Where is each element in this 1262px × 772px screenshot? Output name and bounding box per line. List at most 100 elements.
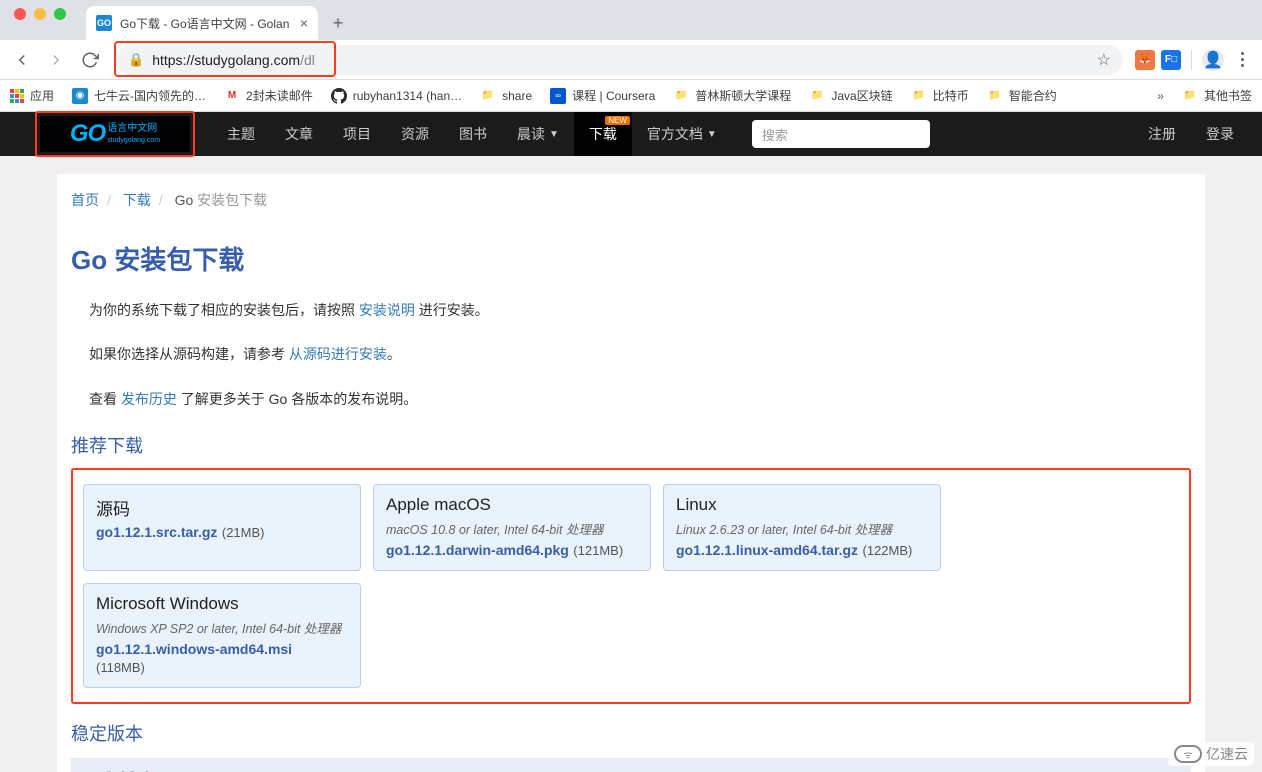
download-size: (21MB) <box>222 525 265 540</box>
breadcrumb-current-prefix: Go <box>175 192 198 208</box>
install-instructions-link[interactable]: 安装说明 <box>359 302 415 318</box>
download-filename[interactable]: go1.12.1.windows-amd64.msi <box>96 641 292 657</box>
download-subtitle: Windows XP SP2 or later, Intel 64-bit 处理… <box>96 618 348 637</box>
folder-icon: 📁 <box>809 88 825 104</box>
chevron-down-icon: ▼ <box>707 129 717 140</box>
maximize-window-button[interactable] <box>54 8 66 20</box>
url-text: https://studygolang.com/dl <box>152 52 315 68</box>
browser-menu-icon[interactable] <box>1230 52 1254 67</box>
bookmark-item[interactable]: ∞ 课程 | Coursera <box>550 87 655 104</box>
bookmark-item[interactable]: 📁 比特币 <box>911 87 969 104</box>
bookmark-item[interactable]: ◉ 七牛云-国内领先的… <box>72 87 206 104</box>
featured-heading: 推荐下载 <box>71 432 1191 458</box>
bookmark-favicon: ◉ <box>72 88 88 104</box>
install-from-source-link[interactable]: 从源码进行安装 <box>289 346 387 362</box>
site-logo[interactable]: GO 语言中文网studygolang.com <box>38 114 192 154</box>
bookmark-label: Java区块链 <box>831 87 892 104</box>
breadcrumb-download[interactable]: 下载 <box>123 192 151 208</box>
browser-tab[interactable]: GO Go下载 - Go语言中文网 - Golan × <box>86 6 318 40</box>
back-button[interactable] <box>8 46 36 74</box>
apps-label: 应用 <box>30 87 54 104</box>
download-card-macos[interactable]: Apple macOS macOS 10.8 or later, Intel 6… <box>373 484 651 571</box>
tab-title: Go下载 - Go语言中文网 - Golan <box>120 15 292 32</box>
download-filename[interactable]: go1.12.1.darwin-amd64.pkg <box>386 542 569 558</box>
watermark: ᯤ 亿速云 <box>1168 742 1254 766</box>
nav-item-download[interactable]: NEW下载 <box>574 112 632 156</box>
nav-item-books[interactable]: 图书 <box>444 112 502 156</box>
close-window-button[interactable] <box>14 8 26 20</box>
nav-item-resources[interactable]: 资源 <box>386 112 444 156</box>
nav-item-docs[interactable]: 官方文档▼ <box>632 112 732 156</box>
bookmark-label: 七牛云-国内领先的… <box>94 87 206 104</box>
version-expander[interactable]: go1.12.1 ▼ <box>71 758 1191 772</box>
close-tab-icon[interactable]: × <box>300 15 308 31</box>
featured-downloads: 源码 go1.12.1.src.tar.gz (21MB) Apple macO… <box>71 468 1191 704</box>
separator <box>1191 50 1192 70</box>
page-body: 首页/ 下载/ Go 安装包下载 Go 安装包下载 为你的系统下载了相应的安装包… <box>0 156 1262 772</box>
stable-heading: 稳定版本 <box>71 720 1191 746</box>
tab-favicon: GO <box>96 15 112 31</box>
bookmark-item[interactable]: 📁智能合约 <box>987 87 1057 104</box>
bookmark-item[interactable]: rubyhan1314 (han… <box>331 88 462 104</box>
download-title: Apple macOS <box>386 495 638 515</box>
bookmark-label: 比特币 <box>933 87 969 104</box>
bookmark-label: 2封未读邮件 <box>246 87 313 104</box>
folder-icon: 📁 <box>480 88 496 104</box>
intro-text: 为你的系统下载了相应的安装包后，请按照 安装说明 进行安装。 如果你选择从源码构… <box>71 299 1191 410</box>
browser-toolbar: 🔒 https://studygolang.com/dl ☆ 🦊 F□ 👤 <box>0 40 1262 80</box>
browser-tab-strip: GO Go下载 - Go语言中文网 - Golan × + <box>0 0 1262 40</box>
nav-item-projects[interactable]: 项目 <box>328 112 386 156</box>
nav-item-topics[interactable]: 主题 <box>212 112 270 156</box>
extension-icon-2[interactable]: F□ <box>1161 50 1181 70</box>
bookmark-star-icon[interactable]: ☆ <box>1097 50 1111 70</box>
download-card-windows[interactable]: Microsoft Windows Windows XP SP2 or late… <box>83 583 361 688</box>
reload-button[interactable] <box>76 46 104 74</box>
profile-avatar[interactable]: 👤 <box>1202 49 1224 71</box>
bookmarks-overflow-icon[interactable]: » <box>1157 89 1164 103</box>
register-link[interactable]: 注册 <box>1148 124 1176 144</box>
bookmark-label: 智能合约 <box>1009 87 1057 104</box>
watermark-text: 亿速云 <box>1206 744 1248 764</box>
forward-button[interactable] <box>42 46 70 74</box>
download-size: (122MB) <box>863 543 913 558</box>
folder-icon: 📁 <box>911 88 927 104</box>
search-input[interactable]: 搜索 <box>752 120 930 148</box>
nav-item-reading[interactable]: 晨读▼ <box>502 112 574 156</box>
login-link[interactable]: 登录 <box>1206 124 1234 144</box>
apps-button[interactable]: 应用 <box>10 87 54 104</box>
download-subtitle: Linux 2.6.23 or later, Intel 64-bit 处理器 <box>676 519 928 538</box>
bookmark-item[interactable]: 📁 普林斯顿大学课程 <box>673 87 791 104</box>
download-title: Linux <box>676 495 928 515</box>
watermark-icon: ᯤ <box>1174 745 1202 763</box>
annotation-highlight <box>35 111 195 157</box>
url-host: https://studygolang.com <box>152 52 300 68</box>
minimize-window-button[interactable] <box>34 8 46 20</box>
bookmark-label: 普林斯顿大学课程 <box>695 87 791 104</box>
release-history-link[interactable]: 发布历史 <box>121 391 177 407</box>
bookmark-favicon: ∞ <box>550 88 566 104</box>
breadcrumb-current: 安装包下载 <box>197 192 267 208</box>
lock-icon: 🔒 <box>128 52 144 68</box>
bookmark-label: 课程 | Coursera <box>572 87 655 104</box>
download-size: (118MB) <box>96 660 145 675</box>
other-bookmarks[interactable]: 📁其他书签 <box>1182 87 1252 104</box>
bookmarks-bar: 应用 ◉ 七牛云-国内领先的… M2封未读邮件 rubyhan1314 (han…… <box>0 80 1262 112</box>
nav-menu: 主题 文章 项目 资源 图书 晨读▼ NEW下载 官方文档▼ <box>212 112 732 156</box>
bookmark-label: rubyhan1314 (han… <box>353 89 462 103</box>
download-filename[interactable]: go1.12.1.linux-amd64.tar.gz <box>676 542 858 558</box>
address-bar[interactable]: 🔒 https://studygolang.com/dl ☆ <box>116 45 1123 75</box>
bookmark-label: 其他书签 <box>1204 87 1252 104</box>
new-tab-button[interactable]: + <box>324 9 352 37</box>
site-navbar: GO 语言中文网studygolang.com 主题 文章 项目 资源 图书 晨… <box>0 112 1262 156</box>
bookmark-item[interactable]: M2封未读邮件 <box>224 87 313 104</box>
download-filename[interactable]: go1.12.1.src.tar.gz <box>96 524 217 540</box>
folder-icon: 📁 <box>673 88 689 104</box>
nav-item-articles[interactable]: 文章 <box>270 112 328 156</box>
download-card-linux[interactable]: Linux Linux 2.6.23 or later, Intel 64-bi… <box>663 484 941 571</box>
download-card-source[interactable]: 源码 go1.12.1.src.tar.gz (21MB) <box>83 484 361 571</box>
extension-icon-1[interactable]: 🦊 <box>1135 50 1155 70</box>
bookmark-item[interactable]: 📁share <box>480 88 532 104</box>
github-icon <box>331 88 347 104</box>
bookmark-item[interactable]: 📁 Java区块链 <box>809 87 892 104</box>
breadcrumb-home[interactable]: 首页 <box>71 192 99 208</box>
